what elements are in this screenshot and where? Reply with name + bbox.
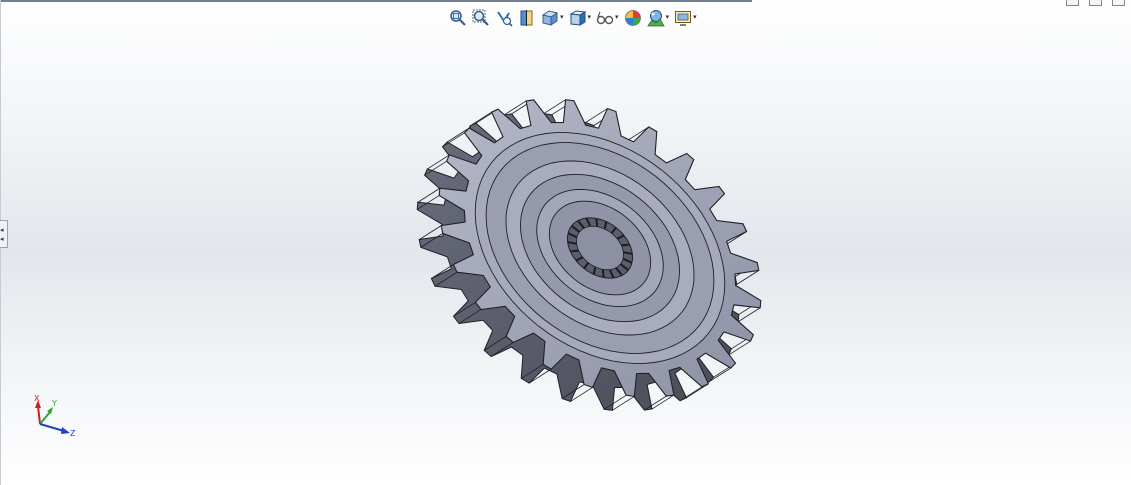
triad-z-label: Z — [70, 429, 76, 438]
zoom-to-area-button[interactable] — [471, 8, 491, 28]
top-window-border — [0, 0, 752, 2]
heads-up-view-toolbar: ▾ ▾ ▾ ▾ ▾ — [448, 7, 698, 29]
gear-tooth-flank-edge — [612, 395, 635, 411]
display-style-icon — [568, 10, 587, 26]
apply-scene-button[interactable]: ▾ — [646, 8, 671, 28]
close-button[interactable] — [1112, 0, 1125, 6]
gear-tooth-flank-edge — [737, 307, 761, 323]
previous-view-icon — [497, 11, 513, 27]
view-orientation-button[interactable]: ▾ — [540, 8, 565, 28]
collapse-arrow-icon: ◂ — [0, 227, 4, 234]
zoom-to-area-icon — [472, 9, 489, 26]
feature-manager-collapse-handle[interactable]: ◂ ◂ — [0, 220, 8, 248]
reference-triad: X Y Z — [34, 394, 76, 438]
hide-show-items-dropdown-arrow[interactable]: ▾ — [615, 8, 619, 28]
display-style-dropdown-arrow[interactable]: ▾ — [588, 8, 592, 28]
section-view-icon — [520, 10, 533, 26]
graphics-area[interactable]: ▾ ▾ ▾ ▾ ▾ ◂ ◂ X Y Z — [0, 0, 1131, 485]
apply-scene-icon — [646, 10, 665, 27]
view-settings-button[interactable]: ▾ — [673, 8, 698, 28]
section-view-button[interactable] — [517, 8, 537, 28]
gear-3d-model[interactable] — [380, 70, 820, 440]
window-controls — [1066, 0, 1125, 6]
hide-show-items-icon — [596, 11, 614, 25]
gear-tooth-flank-edge — [503, 100, 527, 116]
triad-x-label: X — [34, 394, 40, 403]
zoom-to-fit-icon — [450, 10, 466, 26]
view-settings-dropdown-arrow[interactable]: ▾ — [693, 8, 697, 28]
view-orientation-icon — [541, 10, 559, 26]
minimize-button[interactable] — [1066, 0, 1079, 6]
edit-appearance-icon — [624, 10, 641, 26]
spline-tooth — [595, 218, 599, 227]
apply-scene-dropdown-arrow[interactable]: ▾ — [666, 8, 670, 28]
spline-tooth — [570, 249, 579, 253]
zoom-to-fit-button[interactable] — [448, 8, 468, 28]
view-orientation-dropdown-arrow[interactable]: ▾ — [560, 8, 564, 28]
triad-y-label: Y — [51, 399, 57, 408]
display-style-button[interactable]: ▾ — [568, 8, 593, 28]
gear-tooth-flank-edge — [469, 111, 492, 127]
view-settings-icon — [675, 11, 692, 26]
spline-tooth — [601, 269, 605, 278]
gear-tooth-flank-edge — [442, 132, 465, 148]
gear-tooth-flank-edge — [417, 187, 441, 203]
previous-view-button[interactable] — [494, 8, 514, 28]
restore-button[interactable] — [1089, 0, 1102, 6]
collapse-arrow-icon-lower: ◂ — [0, 236, 4, 243]
spline-tooth — [621, 243, 630, 247]
gear-tooth-flank-edge — [651, 394, 675, 410]
edit-appearance-button[interactable] — [623, 8, 643, 28]
hide-show-items-button[interactable]: ▾ — [595, 8, 620, 28]
gear-tooth-flank-edge — [543, 99, 566, 115]
